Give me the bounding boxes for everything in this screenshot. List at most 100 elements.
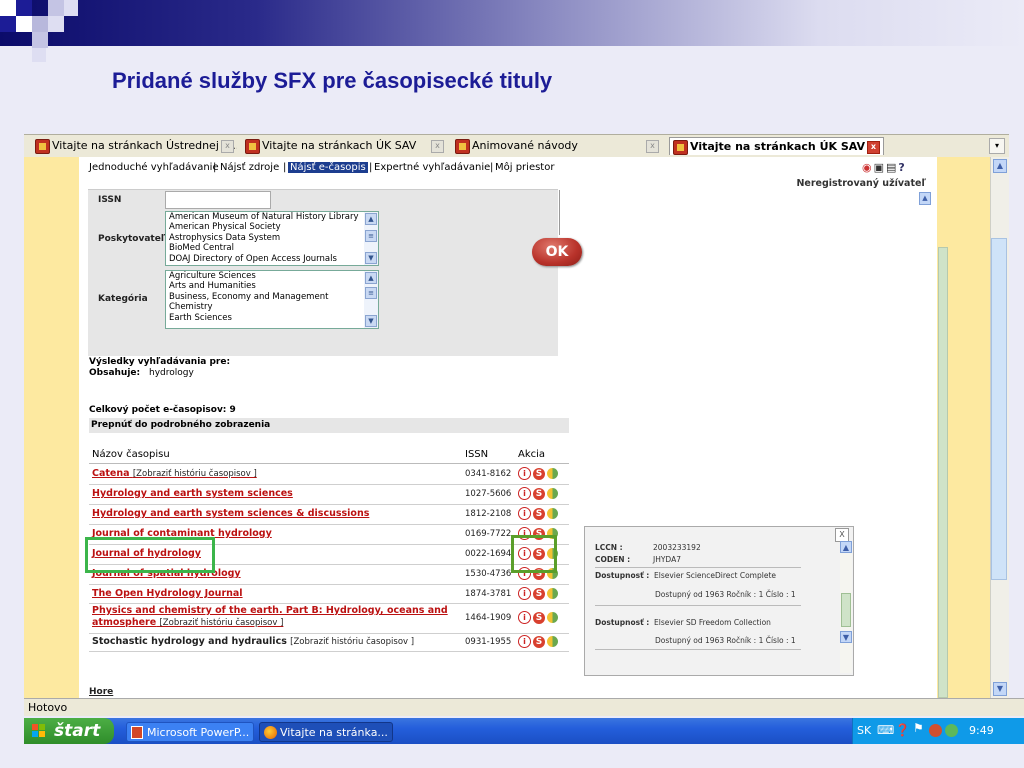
category-option[interactable]: Arts and Humanities (169, 281, 378, 291)
close-popup-icon[interactable]: X (835, 528, 849, 542)
ok-button[interactable]: OK (532, 238, 582, 266)
journal-link[interactable]: The Open Hydrology Journal (92, 588, 243, 599)
availability-source[interactable]: Elsevier SD Freedom Collection (654, 618, 771, 627)
journal-link[interactable]: Catena [Zobraziť históriu časopisov ] (92, 468, 257, 479)
back-to-top-link[interactable]: Hore (89, 687, 113, 697)
help-tray-icon[interactable]: ❓ (895, 723, 910, 737)
issn-input[interactable] (165, 191, 271, 209)
close-tab-icon[interactable]: x (867, 141, 880, 154)
nav-simple-search[interactable]: Jednoduché vyhľadávanie (89, 162, 219, 173)
journal-history-link[interactable]: [Zobraziť históriu časopisov ] (290, 637, 414, 647)
scroll-down-icon[interactable]: ▼ (840, 631, 852, 643)
journal-link[interactable]: atmosphere [Zobraziť históriu časopisov … (92, 617, 283, 628)
journal-title[interactable]: atmosphere (92, 617, 156, 628)
provider-option[interactable]: American Museum of Natural History Libra… (169, 212, 378, 222)
language-indicator[interactable]: SK (857, 724, 871, 737)
sfx-icon[interactable]: S (533, 507, 545, 520)
toolbar-icons[interactable]: ◉▣▤? (862, 161, 907, 174)
info-icon[interactable]: i (518, 507, 531, 520)
taskbar-item-browser[interactable]: Vitajte na stránka... (259, 722, 393, 742)
inner-scrollbar[interactable] (938, 247, 948, 698)
close-tab-icon[interactable]: x (431, 140, 444, 153)
nav-find-ejournal[interactable]: Nájsť e-časopis (288, 162, 368, 173)
journal-history-link[interactable]: [Zobraziť históriu časopisov ] (159, 618, 283, 628)
info-icon[interactable]: i (518, 487, 531, 500)
provider-option[interactable]: Astrophysics Data System (169, 233, 378, 243)
availability-icon[interactable] (547, 508, 558, 519)
browser-tab[interactable]: Animované návody x (452, 137, 662, 155)
category-listbox[interactable]: Agriculture Sciences Arts and Humanities… (165, 270, 379, 329)
scroll-up-icon[interactable]: ▲ (919, 192, 931, 205)
info-icon[interactable]: i (518, 635, 531, 648)
provider-option[interactable]: American Physical Society (169, 222, 378, 232)
popup-scrollbar[interactable]: ▲ ▼ (840, 541, 852, 673)
table-row: Stochastic hydrology and hydraulics [Zob… (89, 634, 569, 652)
availability-icon[interactable] (547, 612, 558, 623)
network-icon[interactable]: ⚑ (913, 721, 924, 735)
close-tab-icon[interactable]: x (646, 140, 659, 153)
journal-link[interactable]: Physics and chemistry of the earth. Part… (92, 605, 448, 616)
tab-list-dropdown-icon[interactable]: ▾ (989, 138, 1005, 154)
security-alert-icon[interactable] (929, 724, 942, 737)
browser-tab-active[interactable]: Vitajte na stránkach ÚK SAV x (669, 137, 884, 155)
listbox-scrollbar[interactable]: ▲ ≡ ▼ (364, 271, 378, 328)
availability-icon[interactable] (547, 488, 558, 499)
site-favicon-icon (673, 140, 688, 155)
scroll-up-icon[interactable]: ▲ (993, 159, 1007, 173)
journal-link[interactable]: Hydrology and earth system sciences (92, 488, 293, 499)
keyboard-icon[interactable]: ⌨ (877, 723, 894, 737)
sfx-icon[interactable]: S (533, 467, 545, 480)
scroll-up-icon[interactable]: ▲ (840, 541, 852, 553)
scroll-up-icon[interactable]: ▲ (365, 272, 377, 284)
info-icon[interactable]: i (518, 587, 531, 600)
journal-link[interactable]: Hydrology and earth system sciences & di… (92, 508, 369, 519)
nav-find-sources[interactable]: Nájsť zdroje (220, 162, 279, 173)
sfx-icon[interactable]: S (533, 487, 545, 500)
listbox-scrollbar[interactable]: ▲ ≡ ▼ (364, 212, 378, 265)
scroll-down-icon[interactable]: ▼ (365, 252, 377, 264)
scroll-down-icon[interactable]: ▼ (365, 315, 377, 327)
lock-icon[interactable]: ▣ (874, 161, 886, 174)
category-option[interactable]: Chemistry (169, 302, 378, 312)
scroll-thumb-icon[interactable]: ≡ (365, 287, 377, 299)
availability-source[interactable]: Elsevier ScienceDirect Complete (654, 571, 776, 580)
help-icon[interactable]: ? (898, 161, 906, 174)
nav-expert-search[interactable]: Expertné vyhľadávanie (374, 162, 490, 173)
sfx-icon[interactable]: S (533, 635, 545, 648)
category-option[interactable]: Earth Sciences (169, 313, 378, 323)
info-icon[interactable]: i (518, 467, 531, 480)
category-option[interactable]: Agriculture Sciences (169, 271, 378, 281)
language-icon[interactable]: ◉ (862, 161, 874, 174)
scroll-down-icon[interactable]: ▼ (993, 682, 1007, 696)
browser-tab[interactable]: Vitajte na stránkach ÚK SAV x (242, 137, 447, 155)
sfx-icon[interactable]: S (533, 611, 545, 624)
detail-view-toggle[interactable]: Prepnúť do podrobného zobrazenia (89, 418, 569, 433)
browser-scroll-thumb[interactable] (991, 238, 1007, 580)
scroll-thumb[interactable] (841, 593, 851, 627)
scroll-thumb-icon[interactable]: ≡ (365, 230, 377, 242)
journal-history-link[interactable]: [Zobraziť históriu časopisov ] (133, 469, 257, 479)
availability-icon[interactable] (547, 468, 558, 479)
taskbar-item-label[interactable]: Vitajte na stránka... (280, 726, 388, 739)
provider-listbox[interactable]: American Museum of Natural History Libra… (165, 211, 379, 266)
info-icon[interactable]: i (518, 611, 531, 624)
browser-tab[interactable]: Vitajte na stránkach Ústrednej k... x (32, 137, 237, 155)
start-label[interactable]: štart (54, 721, 100, 741)
sfx-icon[interactable]: S (533, 587, 545, 600)
taskbar-item-label[interactable]: Microsoft PowerP... (147, 726, 249, 739)
update-icon[interactable] (945, 724, 958, 737)
availability-icon[interactable] (547, 636, 558, 647)
scroll-up-icon[interactable]: ▲ (365, 213, 377, 225)
help-book-icon[interactable]: ▤ (886, 161, 898, 174)
availability-icon[interactable] (547, 588, 558, 599)
taskbar-item-powerpoint[interactable]: Microsoft PowerP... (126, 722, 254, 742)
category-option[interactable]: Business, Economy and Management (169, 292, 378, 302)
start-button[interactable]: štart (24, 718, 114, 744)
journal-title[interactable]: Catena (92, 468, 130, 479)
provider-option[interactable]: BioMed Central (169, 243, 378, 253)
provider-option[interactable]: DOAJ Directory of Open Access Journals (169, 254, 378, 264)
close-tab-icon[interactable]: x (221, 140, 234, 153)
nav-my-space[interactable]: Môj priestor (495, 162, 554, 173)
row-actions: iS (518, 611, 558, 624)
deco-square (0, 0, 16, 16)
